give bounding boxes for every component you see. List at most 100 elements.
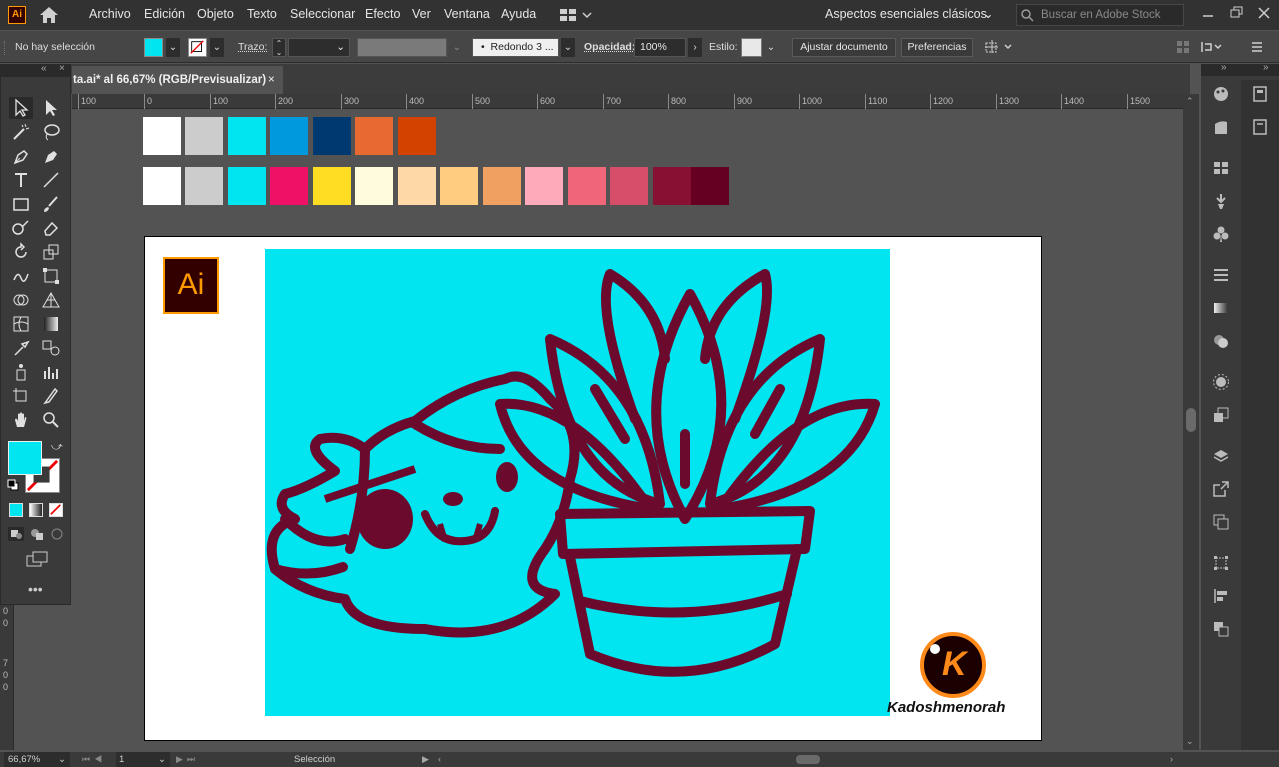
slice-tool-icon[interactable] — [39, 385, 63, 407]
pathfinder-icon[interactable] — [1201, 620, 1241, 648]
scroll-thumb[interactable] — [1186, 408, 1196, 432]
transform-icon[interactable] — [1176, 40, 1190, 54]
menu-edicion[interactable]: Edición — [144, 0, 185, 30]
artboard-tool-icon[interactable] — [9, 385, 33, 407]
line-tool-icon[interactable] — [39, 169, 63, 191]
draw-normal-icon[interactable] — [8, 527, 24, 541]
collapse-icon[interactable]: « — [41, 63, 47, 74]
zoom-level-field[interactable]: 66,67% ⌄ — [4, 752, 70, 767]
scale-tool-icon[interactable] — [39, 241, 63, 263]
graphic-style-swatch[interactable] — [741, 38, 762, 57]
color-swatch[interactable] — [355, 117, 393, 155]
draw-inside-icon[interactable] — [49, 527, 65, 541]
opacity-field[interactable]: 100% — [634, 38, 686, 57]
rectangle-tool-icon[interactable] — [9, 193, 33, 215]
blend-tool-icon[interactable] — [39, 337, 63, 359]
fill-dropdown-icon[interactable]: ⌄ — [166, 38, 180, 57]
scroll-down-icon[interactable]: ⌄ — [1186, 736, 1194, 747]
symbol-sprayer-tool-icon[interactable] — [9, 361, 33, 383]
artboard-first-prev-icons[interactable]: ⏮◀ — [82, 752, 106, 767]
color-swatch[interactable] — [398, 167, 436, 205]
pen-tool-icon[interactable] — [9, 145, 33, 167]
eyedropper-tool-icon[interactable] — [9, 337, 33, 359]
color-swatch-panel-icon[interactable] — [1201, 118, 1241, 146]
color-swatch[interactable] — [355, 167, 393, 205]
brushes-icon[interactable] — [1201, 192, 1241, 220]
scroll-up-icon[interactable]: ⌃ — [1186, 96, 1194, 107]
color-swatch[interactable] — [143, 167, 181, 205]
color-swatch[interactable] — [228, 117, 266, 155]
color-swatch[interactable] — [185, 117, 223, 155]
rotate-tool-icon[interactable] — [9, 241, 33, 263]
color-swatch[interactable] — [143, 117, 181, 155]
menu-texto[interactable]: Texto — [247, 0, 277, 30]
style-dropdown-icon[interactable]: ⌄ — [765, 38, 777, 57]
fill-color-swatch[interactable] — [144, 38, 163, 57]
swatches-icon[interactable] — [1201, 159, 1241, 187]
menu-ver[interactable]: Ver — [412, 0, 431, 30]
perspective-grid-tool-icon[interactable] — [39, 289, 63, 311]
draw-behind-icon[interactable] — [29, 527, 45, 541]
stock-search-input[interactable]: Buscar en Adobe Stock — [1016, 4, 1184, 26]
workspace-switcher[interactable]: Aspectos esenciales clásicos ⌄ — [817, 0, 997, 30]
color-mode-icon[interactable] — [9, 503, 23, 517]
scroll-right-icon[interactable]: › — [1170, 752, 1173, 767]
magic-wand-tool-icon[interactable] — [9, 121, 33, 143]
vertical-scrollbar[interactable]: ⌃ ⌄ — [1183, 94, 1199, 750]
hand-tool-icon[interactable] — [9, 409, 33, 431]
stroke-label[interactable]: Trazo: — [238, 31, 267, 63]
gradient-panel-icon[interactable] — [1201, 299, 1241, 327]
horizontal-ruler[interactable]: 100 0 100 200 300 400 500 600 700 800 90… — [72, 94, 1190, 109]
gradient-mode-icon[interactable] — [29, 503, 43, 517]
grip-handle[interactable] — [4, 41, 7, 55]
preferences-button[interactable]: Preferencias — [901, 38, 973, 57]
color-swatch[interactable] — [568, 167, 606, 205]
collapse-icon[interactable]: » — [1263, 62, 1269, 73]
color-swatch[interactable] — [398, 117, 436, 155]
color-swatch[interactable] — [653, 167, 691, 205]
shape-builder-tool-icon[interactable] — [9, 289, 33, 311]
color-swatch[interactable] — [270, 117, 308, 155]
layers-icon[interactable] — [1201, 447, 1241, 475]
transform-panel-icon[interactable] — [1201, 554, 1241, 582]
gradient-tool-icon[interactable] — [39, 313, 63, 335]
arrange-documents-icon[interactable] — [560, 8, 592, 22]
type-tool-icon[interactable] — [9, 169, 33, 191]
close-icon[interactable] — [1256, 5, 1272, 21]
close-icon[interactable]: × — [59, 63, 65, 74]
mesh-tool-icon[interactable] — [9, 313, 33, 335]
menu-archivo[interactable]: Archivo — [89, 0, 131, 30]
export-icon[interactable] — [1201, 480, 1241, 508]
curvature-tool-icon[interactable] — [39, 145, 63, 167]
paintbrush-tool-icon[interactable] — [39, 193, 63, 215]
fill-color-box[interactable] — [8, 441, 42, 475]
status-menu-arrow-icon[interactable]: ▶ — [422, 752, 429, 767]
default-colors-icon[interactable] — [7, 479, 19, 491]
menu-ayuda[interactable]: Ayuda — [501, 0, 536, 30]
selection-tool-icon[interactable] — [9, 97, 33, 119]
opacity-label[interactable]: Opacidad: — [584, 31, 635, 63]
more-tools-icon[interactable]: ••• — [28, 581, 43, 597]
symbols-icon[interactable] — [1201, 225, 1241, 253]
brush-dropdown-icon[interactable]: ⌄ — [561, 38, 575, 57]
menu-ventana[interactable]: Ventana — [444, 0, 490, 30]
color-guide-icon[interactable] — [1201, 85, 1241, 113]
zoom-tool-icon[interactable] — [39, 409, 63, 431]
document-tab[interactable]: ta.ai* al 66,67% (RGB/Previsualizar) × — [72, 66, 283, 94]
eraser-tool-icon[interactable] — [39, 217, 63, 239]
swap-colors-icon[interactable]: ⤻ — [51, 441, 63, 454]
properties-icon[interactable] — [1241, 118, 1279, 146]
tab-close-icon[interactable]: × — [268, 66, 275, 94]
isolate-icon[interactable] — [1200, 40, 1224, 54]
color-swatch[interactable] — [313, 117, 351, 155]
artwork-background[interactable] — [265, 249, 890, 716]
panel-dock-header[interactable]: » » — [1201, 62, 1279, 76]
direct-selection-tool-icon[interactable] — [39, 97, 63, 119]
brush-definition[interactable]: • Redondo 3 ... — [472, 38, 559, 57]
color-swatch[interactable] — [270, 167, 308, 205]
stroke-none-swatch[interactable] — [188, 38, 207, 57]
menu-lines-icon[interactable] — [1250, 40, 1264, 54]
artboard[interactable]: Ai K Kadoshmenorah — [144, 236, 1042, 741]
home-icon[interactable] — [38, 6, 60, 24]
horizontal-scroll-thumb[interactable] — [796, 755, 820, 764]
